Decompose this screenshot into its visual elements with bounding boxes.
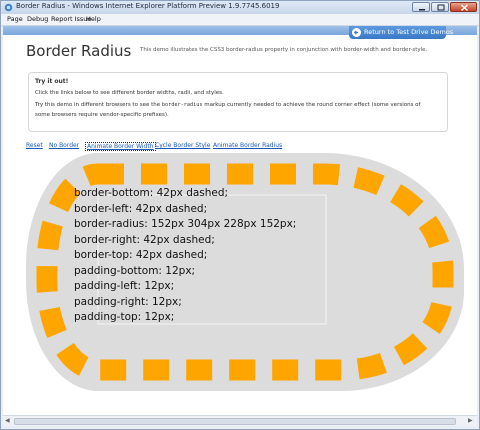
menu-help[interactable]: Help <box>86 15 101 23</box>
css-line-3: border-radius: 152px 304px 228px 152px; <box>74 218 297 230</box>
menu-bar: Page Debug Report Issue Help <box>1 14 479 26</box>
scroll-right-icon[interactable]: ▶ <box>468 417 473 424</box>
app-icon <box>4 3 13 12</box>
minimize-button[interactable] <box>412 2 430 12</box>
menu-debug[interactable]: Debug <box>27 15 48 23</box>
browser-window: Border Radius - Windows Internet Explore… <box>0 0 480 430</box>
horizontal-scrollbar[interactable]: ◀ ▶ <box>3 415 477 426</box>
minimize-icon <box>419 9 425 11</box>
maximize-button[interactable] <box>431 2 449 12</box>
window-title: Border Radius - Windows Internet Explore… <box>16 2 280 10</box>
close-icon <box>461 4 468 12</box>
maximize-icon <box>437 4 445 11</box>
title-bar: Border Radius - Windows Internet Explore… <box>1 1 479 14</box>
css-line-7: padding-left: 12px; <box>74 280 175 292</box>
css-line-2: border-left: 42px dashed; <box>74 202 208 215</box>
scrollbar-thumb[interactable] <box>14 418 456 425</box>
scroll-left-icon[interactable]: ◀ <box>5 417 10 424</box>
css-line-6: padding-bottom: 12px; <box>74 264 196 277</box>
css-line-4: border-right: 42px dashed; <box>74 233 215 246</box>
close-button[interactable] <box>450 2 477 12</box>
css-line-9: padding-top: 12px; <box>74 311 175 323</box>
css-line-1: border-bottom: 42px dashed; <box>74 187 229 199</box>
menu-page[interactable]: Page <box>7 15 23 23</box>
demo-css-text: border-bottom: 42px dashed; border-left:… <box>74 186 296 326</box>
css-line-8: padding-right: 12px; <box>74 295 182 308</box>
page-viewport: Return to Test Drive Demos Border Radius… <box>3 26 477 415</box>
css-line-5: border-top: 42px dashed; <box>74 249 208 261</box>
